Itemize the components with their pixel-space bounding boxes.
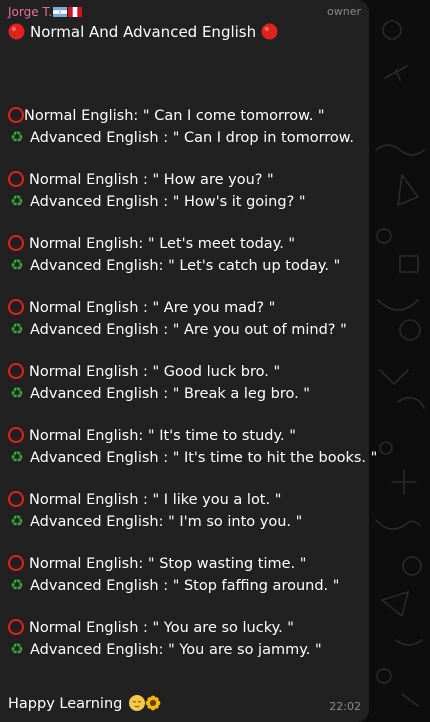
advanced-english-line: ♻ Advanced English : " Are you out of min… [8,319,366,341]
normal-english-line: Normal English: " It's time to study. " [8,426,366,447]
advanced-english-line: ♻ Advanced English : " Break a leg bro. " [8,383,366,405]
phrase-pair: Normal English : " Are you mad? " ♻ Advan… [8,298,366,341]
message-body: Normal English: " Can I come tomorrow. "… [8,106,377,682]
recycle-icon: ♻ [10,576,24,594]
normal-english-line: Normal English : " Good luck bro. " [8,362,366,383]
phrase-pair: Normal English: " Stop wasting time. " ♻… [8,554,366,597]
recycle-icon: ♻ [10,448,24,466]
normal-english-line: Normal English: " Stop wasting time. " [8,554,366,575]
advanced-english-line: ♻ Advanced English: " Let's catch up toda… [8,255,366,277]
hollow-red-circle-icon [8,619,24,635]
advanced-english-line: ♻ Advanced English: " I'm so into you. " [8,511,366,533]
hollow-red-circle-icon [8,491,24,507]
recycle-icon: ♻ [10,640,24,658]
advanced-english-line: ♻ Advanced English : " It's time to hit t… [8,447,377,469]
peru-flag-icon [68,7,83,17]
hollow-red-circle-icon [8,427,24,443]
normal-english-line: Normal English: " Let's meet today. " [8,234,366,255]
hollow-red-circle-icon [8,171,24,187]
phrase-pair: Normal English: " Let's meet today. " ♻ A… [8,234,366,277]
owner-badge: owner [327,5,361,18]
normal-english-line: Normal English : " Are you mad? " [8,298,366,319]
phrase-pair: Normal English : " I like you a lot. " ♻… [8,490,366,533]
message-title: Normal And Advanced English [8,22,278,42]
hollow-red-circle-icon [8,299,24,315]
recycle-icon: ♻ [10,192,24,210]
recycle-icon: ♻ [10,320,24,338]
hollow-red-circle-icon [8,107,24,123]
red-circle-icon [261,23,278,40]
message-bubble[interactable]: Jorge T. owner Normal And Advanced Engli… [0,0,377,722]
message-footer: Happy Learning [8,694,161,715]
recycle-icon: ♻ [10,512,24,530]
normal-english-line: Normal English : " You are so lucky. " [8,618,366,639]
recycle-icon: ♻ [10,384,24,402]
advanced-english-line: ♻ Advanced English : " Can I drop in tomo… [8,127,366,149]
phrase-pair: Normal English: " It's time to study. " … [8,426,377,469]
hollow-red-circle-icon [8,363,24,379]
phrase-pair: Normal English: " Can I come tomorrow. "… [8,106,366,149]
hollow-red-circle-icon [8,555,24,571]
phrase-pair: Normal English : " Good luck bro. " ♻ Adv… [8,362,366,405]
message-header: Jorge T. owner [8,4,361,20]
argentina-flag-icon [53,7,68,17]
phrase-pair: Normal English : " How are you? " ♻ Advan… [8,170,366,213]
hollow-red-circle-icon [8,235,24,251]
normal-english-line: Normal English : " I like you a lot. " [8,490,366,511]
sunflower-icon [145,695,161,711]
advanced-english-line: ♻ Advanced English: " You are so jammy. " [8,639,366,661]
message-timestamp: 22:02 [329,700,361,713]
phrase-pair: Normal English : " You are so lucky. " ♻… [8,618,366,661]
advanced-english-line: ♻ Advanced English : " How's it going? " [8,191,366,213]
red-circle-icon [8,23,25,40]
sender-name[interactable]: Jorge T. [8,4,83,20]
recycle-icon: ♻ [10,128,24,146]
normal-english-line: Normal English: " Can I come tomorrow. " [8,106,366,127]
recycle-icon: ♻ [10,256,24,274]
normal-english-line: Normal English : " How are you? " [8,170,366,191]
relieved-face-icon [128,695,145,711]
advanced-english-line: ♻ Advanced English : " Stop faffing aroun… [8,575,366,597]
